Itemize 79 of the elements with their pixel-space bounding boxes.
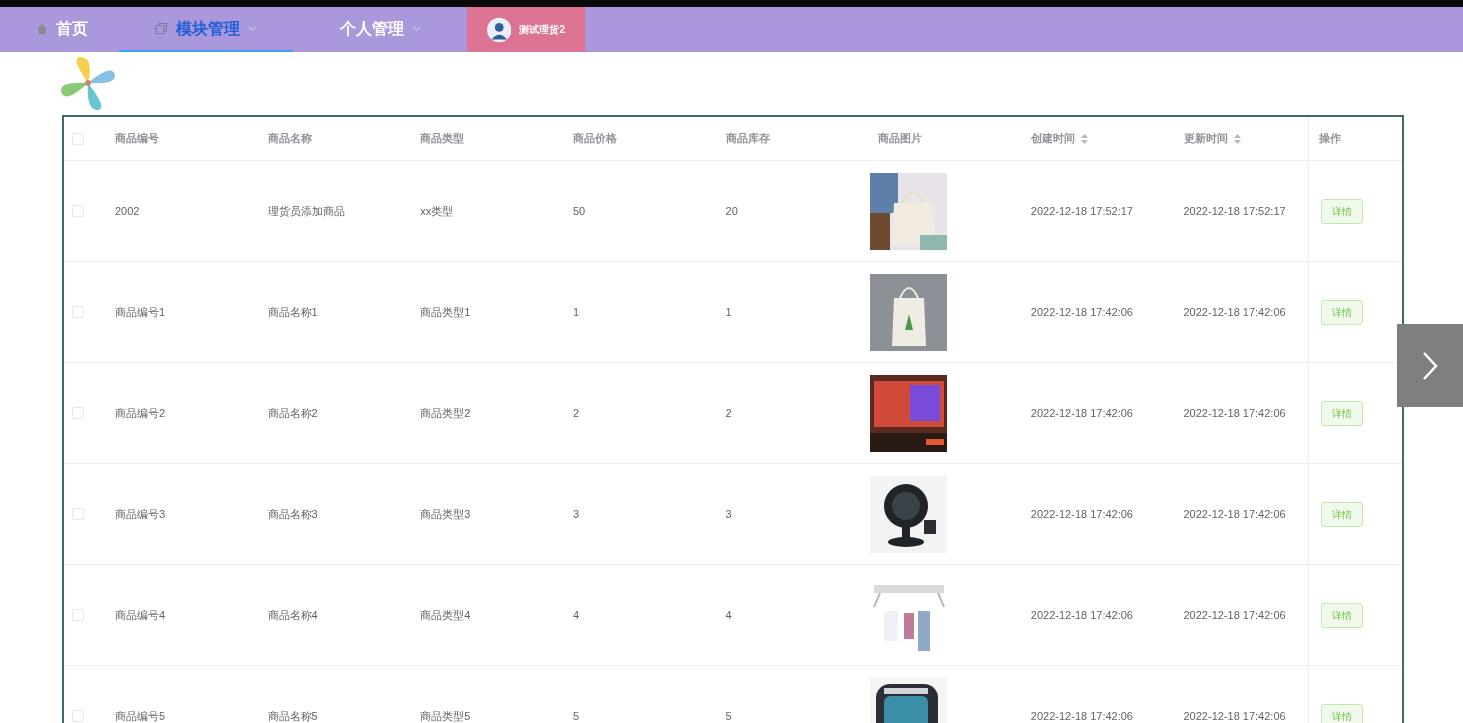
user-name: 测试理货2: [519, 23, 565, 37]
nav-tab[interactable]: 模块管理: [119, 7, 293, 52]
table-cell: 2: [572, 406, 579, 419]
table-cell: 理货员添加商品: [267, 204, 345, 217]
home-icon: [36, 22, 48, 35]
next-arrow-button[interactable]: [1397, 324, 1463, 407]
table-cell: 2022-12-18 17:42:06: [1183, 305, 1286, 318]
checkbox[interactable]: [72, 508, 84, 520]
table-cell: 2022-12-18 17:42:06: [1030, 709, 1133, 722]
table-cell: 20: [725, 204, 738, 217]
table-cell: 商品名称5: [267, 709, 318, 722]
table-cell: 2022-12-18 17:52:17: [1030, 204, 1133, 217]
table-cell: 商品类型2: [420, 406, 471, 419]
table-cell: 2002: [114, 204, 140, 217]
checkbox[interactable]: [72, 306, 84, 318]
details-button[interactable]: 详情: [1321, 400, 1364, 426]
table-cell: xx类型: [420, 204, 454, 217]
details-button[interactable]: 详情: [1321, 703, 1364, 723]
pinwheel-logo: [60, 55, 116, 111]
table-cell: 3: [572, 507, 579, 520]
table-cell: 4: [725, 608, 732, 621]
chevron-down-icon: [411, 25, 421, 32]
table-cell: 2022-12-18 17:42:06: [1030, 507, 1133, 520]
table-cell: 2022-12-18 17:42:06: [1030, 608, 1133, 621]
checkbox[interactable]: [72, 407, 84, 419]
table-cell: 商品编号4: [114, 608, 166, 621]
table-cell: 2022-12-18 17:42:06: [1183, 507, 1286, 520]
checkbox[interactable]: [72, 132, 84, 145]
column-header: 商品编号: [114, 131, 159, 147]
table-cell: 2022-12-18 17:42:06: [1030, 305, 1133, 318]
chevron-down-icon: [248, 25, 257, 32]
nav-tab[interactable]: 个人管理: [293, 7, 467, 52]
table-cell: 商品类型3: [420, 507, 471, 520]
table-cell: 2022-12-18 17:42:06: [1183, 608, 1286, 621]
table-cell: 商品名称3: [267, 507, 318, 520]
table-cell: 商品名称1: [267, 305, 318, 318]
chevron-right-icon: [1422, 350, 1438, 381]
table-cell: 商品名称2: [267, 406, 318, 419]
table-cell: 1: [725, 305, 732, 318]
table-cell: 5: [725, 709, 732, 722]
sort-icon[interactable]: [1080, 133, 1088, 144]
column-header: 商品名称: [267, 131, 312, 147]
table-cell: 4: [572, 608, 579, 621]
table-cell: 2022-12-18 17:42:06: [1030, 406, 1133, 419]
column-header: 商品图片: [878, 131, 923, 147]
table-cell: 2022-12-18 17:42:06: [1183, 709, 1286, 722]
table-cell: 商品编号3: [114, 507, 166, 520]
column-header: 商品库存: [725, 131, 770, 147]
column-header: 更新时间: [1183, 131, 1228, 147]
table-cell: 商品编号1: [114, 305, 166, 318]
table-cell: 商品类型5: [420, 709, 471, 722]
checkbox[interactable]: [72, 205, 84, 217]
table-cell: 1: [572, 305, 579, 318]
table-cell: 商品编号5: [114, 709, 166, 722]
details-button[interactable]: 详情: [1321, 501, 1364, 527]
column-header: 操作: [1319, 131, 1342, 147]
details-button[interactable]: 详情: [1321, 198, 1364, 224]
column-header: 创建时间: [1030, 131, 1075, 147]
details-button[interactable]: 详情: [1321, 602, 1364, 628]
table-cell: 2022-12-18 17:52:17: [1183, 204, 1286, 217]
table-cell: 2022-12-18 17:42:06: [1183, 406, 1286, 419]
avatar-icon: [487, 15, 512, 44]
checkbox[interactable]: [72, 710, 84, 722]
table-cell: 5: [572, 709, 579, 722]
table-cell: 商品类型4: [420, 608, 471, 621]
sort-icon[interactable]: [1233, 133, 1241, 144]
table-cell: 2: [725, 406, 732, 419]
window-icon: [155, 22, 168, 35]
checkbox[interactable]: [72, 609, 84, 621]
user-menu[interactable]: 测试理货2: [467, 7, 585, 52]
table-cell: 商品名称4: [267, 608, 318, 621]
table-cell: 商品编号2: [114, 406, 166, 419]
table-cell: 50: [572, 204, 586, 217]
table-cell: 3: [725, 507, 732, 520]
details-button[interactable]: 详情: [1321, 299, 1364, 325]
table-cell: 商品类型1: [420, 305, 471, 318]
nav-tab[interactable]: 首页: [20, 7, 119, 52]
column-header: 商品价格: [572, 131, 617, 147]
column-header: 商品类型: [420, 131, 465, 147]
